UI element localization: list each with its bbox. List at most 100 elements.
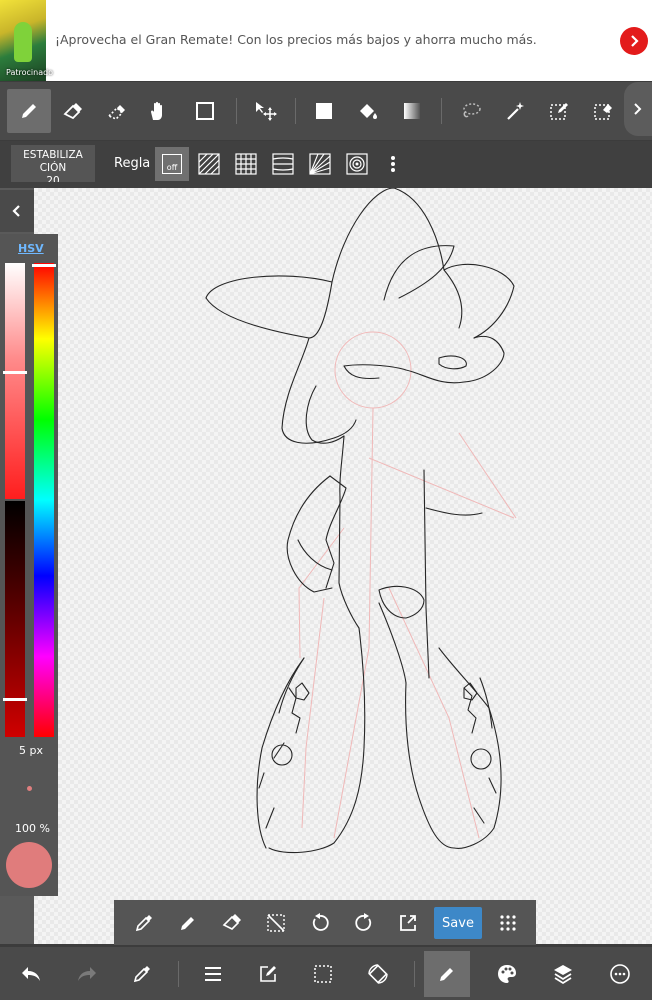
export-button[interactable] — [391, 906, 425, 940]
ad-text[interactable]: ¡Aprovecha el Gran Remate! Con los preci… — [55, 32, 537, 47]
collapse-panel-button[interactable] — [0, 190, 34, 232]
ruler-off-icon: off — [162, 154, 182, 174]
ad-open-button[interactable] — [620, 27, 648, 55]
more-options-button[interactable] — [597, 951, 643, 997]
ruler-perspective-button[interactable] — [266, 147, 300, 181]
select-eraser-tool-button[interactable] — [581, 89, 625, 133]
circle-ruler-icon — [346, 153, 368, 175]
color-panel: HSV 5 px 100 % — [0, 234, 58, 896]
bucket-tool-button[interactable] — [346, 89, 390, 133]
eraser-tool-button[interactable] — [51, 89, 95, 133]
undo-button[interactable] — [8, 951, 54, 997]
grid-dots-icon — [500, 915, 516, 931]
toolbar-separator — [236, 98, 237, 124]
more-vertical-icon — [391, 156, 395, 172]
rotate-canvas-button[interactable] — [355, 951, 401, 997]
layers-button[interactable] — [540, 951, 586, 997]
gradient-icon — [404, 103, 420, 119]
rotate-canvas-icon — [368, 964, 388, 984]
toolbar-scroll-button[interactable] — [624, 82, 652, 136]
radial-ruler-icon — [309, 153, 331, 175]
ad-image[interactable]: Patrocinado — [0, 0, 53, 81]
perspective-ruler-icon — [272, 153, 294, 175]
redo-rotate-button[interactable] — [347, 906, 381, 940]
ad-banner[interactable]: Patrocinado ¡Aprovecha el Gran Remate! C… — [0, 0, 652, 81]
saturation-handle[interactable] — [3, 371, 27, 374]
toolbar-separator — [295, 98, 296, 124]
brightness-handle[interactable] — [3, 698, 27, 701]
eyedropper-icon — [135, 915, 152, 932]
move-icon — [256, 102, 277, 121]
move-tool-button[interactable] — [243, 89, 287, 133]
pencil-icon — [22, 104, 36, 118]
ruler-radial-button[interactable] — [303, 147, 337, 181]
brush-tool-button[interactable] — [7, 89, 51, 133]
toolbar-separator — [441, 98, 442, 124]
bottom-separator — [178, 961, 179, 987]
eraser-icon — [222, 914, 241, 930]
stabilizer-button[interactable]: ESTABILIZACIÓN 20 — [11, 145, 95, 182]
pencil-icon — [440, 968, 453, 981]
ad-sponsor-label: Patrocinado — [6, 68, 54, 77]
quick-menu-button[interactable] — [491, 906, 525, 940]
pencil-icon — [181, 917, 194, 930]
brush-size-preview — [27, 786, 32, 791]
filled-square-icon — [316, 103, 332, 119]
soft-eraser-icon — [107, 105, 125, 120]
redo-icon — [78, 967, 96, 981]
ruler-parallel-button[interactable] — [192, 147, 226, 181]
eraser-icon — [63, 103, 82, 120]
save-button[interactable]: Save — [434, 907, 482, 939]
selection-button[interactable] — [300, 951, 346, 997]
hand-icon — [151, 101, 162, 120]
parallel-ruler-icon — [198, 153, 220, 175]
palette-icon — [498, 965, 516, 983]
color-mode-toggle[interactable]: HSV — [18, 242, 44, 255]
chevron-right-icon — [631, 35, 639, 47]
undo-rotate-button[interactable] — [303, 906, 337, 940]
edit-button[interactable] — [245, 951, 291, 997]
chevron-right-icon — [634, 103, 642, 115]
grid-ruler-icon — [235, 153, 257, 175]
hamburger-menu-icon — [205, 967, 221, 981]
hue-handle[interactable] — [32, 264, 56, 267]
magic-wand-tool-button[interactable] — [493, 89, 537, 133]
select-pen-tool-button[interactable] — [537, 89, 581, 133]
eyedropper-button[interactable] — [127, 906, 161, 940]
ruler-label: Regla — [114, 156, 151, 171]
hue-slider[interactable] — [34, 263, 54, 737]
ruler-off-button[interactable]: off — [155, 147, 189, 181]
gradient-tool-button[interactable] — [390, 89, 434, 133]
undo-icon — [22, 967, 40, 981]
deselect-icon — [267, 914, 285, 932]
deselect-button[interactable] — [259, 906, 293, 940]
lasso-icon — [463, 103, 481, 118]
layers-icon — [554, 965, 572, 985]
shape-tool-button[interactable] — [183, 89, 227, 133]
current-color-swatch[interactable] — [6, 842, 52, 888]
stabilizer-value: 20 — [46, 175, 60, 182]
brush-settings-button[interactable] — [424, 951, 470, 997]
ruler-grid-button[interactable] — [229, 147, 263, 181]
saturation-slider[interactable] — [5, 263, 25, 499]
chevron-left-icon — [12, 205, 20, 217]
select-pen-icon — [550, 103, 568, 120]
soft-eraser-tool-button[interactable] — [95, 89, 139, 133]
color-palette-button[interactable] — [484, 951, 530, 997]
quick-eraser-button[interactable] — [215, 906, 249, 940]
redo-button[interactable] — [64, 951, 110, 997]
brush-size-label[interactable]: 5 px — [19, 744, 43, 757]
ruler-more-button[interactable] — [376, 147, 410, 181]
canvas-artwork — [205, 188, 517, 854]
lasso-tool-button[interactable] — [449, 89, 493, 133]
square-outline-icon — [196, 102, 214, 120]
quick-pen-button[interactable] — [171, 906, 205, 940]
fill-square-tool-button[interactable] — [302, 89, 346, 133]
brightness-slider[interactable] — [5, 501, 25, 737]
ruler-circle-button[interactable] — [340, 147, 374, 181]
bottom-eyedropper-button[interactable] — [119, 951, 165, 997]
main-menu-button[interactable] — [190, 951, 236, 997]
hand-tool-button[interactable] — [136, 89, 180, 133]
tool-toolbar — [0, 82, 652, 140]
opacity-label[interactable]: 100 % — [15, 822, 50, 835]
